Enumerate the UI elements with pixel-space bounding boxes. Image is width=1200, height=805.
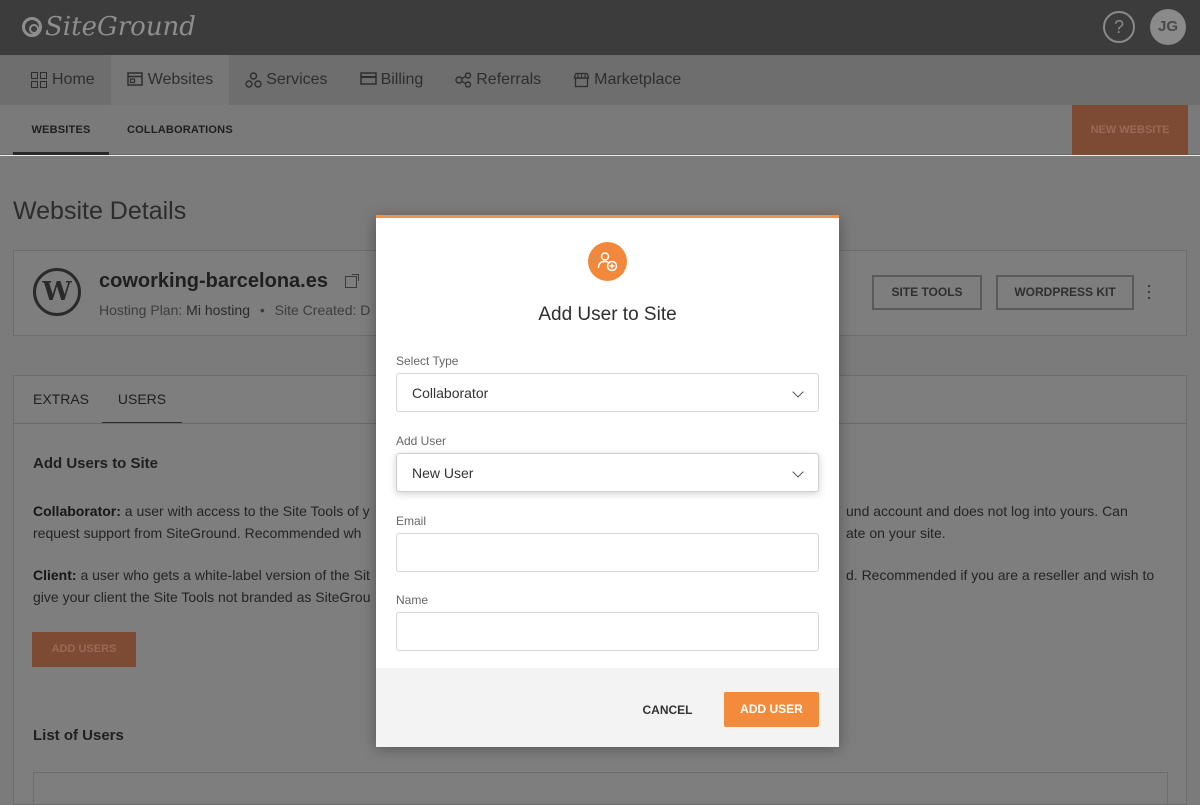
sub-navigation: WEBSITES COLLABORATIONS <box>0 105 1200 155</box>
site-tools-button[interactable]: SITE TOOLS <box>872 275 982 310</box>
cancel-button[interactable]: CANCEL <box>631 693 704 727</box>
collaborator-description-right-2: ate on your site. <box>846 525 946 541</box>
list-of-users-heading: List of Users <box>33 727 124 744</box>
modal-title: Add User to Site <box>538 304 677 325</box>
more-options-icon[interactable]: · · · <box>1146 276 1154 306</box>
select-type-value: Collaborator <box>412 385 489 401</box>
services-icon <box>245 72 262 88</box>
tab-collaborations[interactable]: COLLABORATIONS <box>127 105 233 155</box>
new-website-button[interactable]: NEW WEBSITE <box>1072 105 1188 155</box>
email-field[interactable] <box>396 533 819 572</box>
add-user-modal: Add User to Site Select Type Collaborato… <box>376 215 839 747</box>
tab-extras[interactable]: EXTRAS <box>33 375 89 424</box>
tab-websites[interactable]: WEBSITES <box>13 105 109 155</box>
nav-item-label: Marketplace <box>594 71 682 88</box>
nav-item-label: Referrals <box>476 71 542 88</box>
credit-card-icon <box>359 72 377 88</box>
share-icon <box>455 72 472 88</box>
collaborator-term: Collaborator: <box>33 503 121 519</box>
add-user-dropdown[interactable]: New User <box>396 453 819 492</box>
main-navigation: Home Websites Services Billing Referrals… <box>0 55 1200 105</box>
plan-value: Mi hosting <box>186 302 250 318</box>
storefront-icon <box>573 72 590 88</box>
name-label: Name <box>396 593 429 607</box>
name-field[interactable] <box>396 612 819 651</box>
select-type-dropdown[interactable]: Collaborator <box>396 373 819 412</box>
chevron-down-icon <box>792 466 804 478</box>
nav-item-billing[interactable]: Billing <box>344 55 440 105</box>
browser-window-icon <box>126 72 143 88</box>
wordpress-kit-button[interactable]: WORDPRESS KIT <box>996 275 1134 310</box>
site-meta: Hosting Plan: Mi hosting • Site Created:… <box>99 302 370 318</box>
nav-item-services[interactable]: Services <box>229 55 343 105</box>
nav-item-marketplace[interactable]: Marketplace <box>557 55 697 105</box>
logo-text: SiteGround <box>45 12 196 42</box>
client-description-right-1: d. Recommended if you are a reseller and… <box>846 567 1155 583</box>
logo-mark-icon <box>22 17 42 37</box>
email-label: Email <box>396 514 427 528</box>
add-users-heading: Add Users to Site <box>33 455 159 472</box>
select-type-label: Select Type <box>396 354 459 368</box>
collaborator-text-left: a user with access to the Site Tools of … <box>124 503 370 519</box>
add-user-label: Add User <box>396 434 447 448</box>
add-user-value: New User <box>412 465 474 481</box>
nav-item-label: Billing <box>380 71 424 88</box>
nav-item-label: Websites <box>147 71 214 88</box>
add-users-button[interactable]: ADD USERS <box>32 632 136 667</box>
client-term: Client: <box>33 567 77 583</box>
wordpress-logo-icon: W <box>33 268 81 316</box>
client-text-left: a user who gets a white-label version of… <box>80 567 370 583</box>
plan-label: Hosting Plan: <box>99 302 183 318</box>
page-title: Website Details <box>13 197 187 225</box>
grid-icon <box>31 72 47 88</box>
site-name: coworking-barcelona.es <box>99 270 328 292</box>
nav-item-label: Services <box>266 71 328 88</box>
users-list <box>33 772 1168 805</box>
tab-users[interactable]: USERS <box>102 375 182 424</box>
nav-item-home[interactable]: Home <box>15 55 111 105</box>
nav-item-websites[interactable]: Websites <box>110 55 230 105</box>
add-user-icon <box>588 242 627 281</box>
external-link-icon[interactable] <box>345 274 359 288</box>
site-created-label: Site Created: D <box>274 302 371 318</box>
help-button[interactable]: ? <box>1103 11 1135 43</box>
user-avatar[interactable]: JG <box>1150 9 1186 45</box>
nav-item-referrals[interactable]: Referrals <box>439 55 557 105</box>
siteground-logo[interactable]: SiteGround <box>22 11 196 43</box>
nav-item-label: Home <box>52 71 95 88</box>
add-user-button[interactable]: ADD USER <box>724 692 819 727</box>
chevron-down-icon <box>792 386 804 398</box>
meta-separator: • <box>259 302 265 318</box>
collaborator-description-right-1: und account and does not log into yours.… <box>846 503 1128 519</box>
